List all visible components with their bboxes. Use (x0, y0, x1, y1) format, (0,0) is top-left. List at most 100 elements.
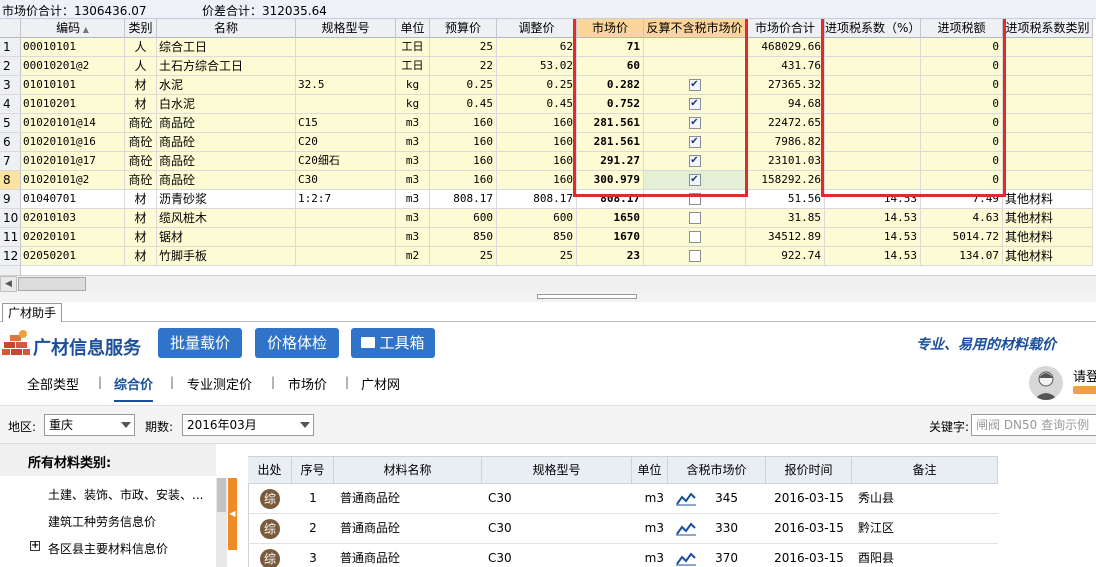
cell-code[interactable]: 02010103 (21, 209, 125, 228)
cell-taxrate[interactable]: 14.53 (825, 247, 921, 266)
cell-checked[interactable] (644, 190, 746, 209)
cell-taxamt[interactable]: 0 (921, 171, 1003, 190)
result-cell-date[interactable]: 2016-03-15 (766, 514, 852, 544)
cell-taxamt[interactable]: 0 (921, 76, 1003, 95)
cell-market[interactable]: 60 (577, 57, 644, 76)
cell-total[interactable]: 94.68 (746, 95, 825, 114)
result-cell-spec[interactable]: C30 (482, 514, 632, 544)
cell-taxcat[interactable] (1003, 171, 1093, 190)
row-number[interactable]: 3 (0, 76, 21, 95)
cell-checked[interactable]: ✔ (644, 171, 746, 190)
cell-taxrate[interactable]: 14.53 (825, 228, 921, 247)
cell-adjusted[interactable]: 62 (497, 38, 577, 57)
cell-unit[interactable]: kg (396, 76, 430, 95)
cell-name[interactable]: 综合工日 (157, 38, 296, 57)
cell-adjusted[interactable]: 0.25 (497, 76, 577, 95)
cell-type[interactable]: 商砼 (125, 171, 157, 190)
cell-market[interactable]: 23 (577, 247, 644, 266)
cell-taxrate[interactable]: 14.53 (825, 190, 921, 209)
cell-taxamt[interactable]: 4.63 (921, 209, 1003, 228)
column-header-spec[interactable]: 规格型号 (296, 19, 396, 38)
cell-code[interactable]: 01020101@16 (21, 133, 125, 152)
trend-chart-icon[interactable] (676, 491, 696, 506)
cell-market[interactable]: 1670 (577, 228, 644, 247)
nav-all-types[interactable]: 全部类型 (27, 374, 79, 393)
result-cell-spec[interactable]: C30 (482, 544, 632, 567)
cell-budget[interactable]: 600 (430, 209, 497, 228)
cell-taxcat[interactable] (1003, 76, 1093, 95)
row-number[interactable]: 1 (0, 38, 21, 57)
cell-budget[interactable]: 850 (430, 228, 497, 247)
cell-budget[interactable]: 808.17 (430, 190, 497, 209)
tab-material-helper[interactable]: 广材助手 (2, 303, 63, 323)
cell-code[interactable]: 02050201 (21, 247, 125, 266)
cell-type[interactable]: 商砼 (125, 114, 157, 133)
cell-spec[interactable] (296, 228, 396, 247)
result-header-date[interactable]: 报价时间 (766, 456, 852, 484)
result-cell-price[interactable]: 330 (668, 514, 766, 544)
cell-taxrate[interactable] (825, 38, 921, 57)
tax-exclusive-checkbox[interactable]: ✔ (688, 135, 701, 148)
cell-checked[interactable]: ✔ (644, 133, 746, 152)
cell-unit[interactable]: m3 (396, 152, 430, 171)
cell-name[interactable]: 商品砼 (157, 152, 296, 171)
cell-checked[interactable]: ✔ (644, 95, 746, 114)
cell-checked[interactable] (644, 247, 746, 266)
result-header-price[interactable]: 含税市场价 (668, 456, 766, 484)
cell-taxamt[interactable]: 5014.72 (921, 228, 1003, 247)
category-item-labor[interactable]: 建筑工种劳务信息价 (48, 513, 156, 530)
cell-taxamt[interactable]: 0 (921, 133, 1003, 152)
cell-market[interactable]: 300.979 (577, 171, 644, 190)
cell-spec[interactable] (296, 38, 396, 57)
splitter-grip[interactable] (537, 294, 637, 299)
cell-code[interactable]: 02020101 (21, 228, 125, 247)
cell-type[interactable]: 商砼 (125, 152, 157, 171)
category-scroll-thumb[interactable] (217, 478, 226, 512)
cell-code[interactable]: 01020101@17 (21, 152, 125, 171)
column-header-market[interactable]: 市场价 (577, 19, 644, 38)
cell-adjusted[interactable]: 160 (497, 171, 577, 190)
cell-type[interactable]: 人 (125, 38, 157, 57)
panel-collapse-handle[interactable]: ◀ (228, 478, 237, 550)
composite-source-badge[interactable]: 综 (260, 518, 280, 539)
cell-taxamt[interactable]: 134.07 (921, 247, 1003, 266)
composite-source-badge[interactable]: 综 (260, 548, 280, 567)
result-cell-date[interactable]: 2016-03-15 (766, 484, 852, 514)
cell-market[interactable]: 281.561 (577, 114, 644, 133)
expand-icon[interactable]: + (30, 541, 40, 551)
result-cell-note[interactable]: 酉阳县 (852, 544, 998, 567)
cell-spec[interactable] (296, 247, 396, 266)
cell-spec[interactable]: 1:2:7 (296, 190, 396, 209)
cell-market[interactable]: 71 (577, 38, 644, 57)
cell-checked[interactable] (644, 209, 746, 228)
tax-exclusive-checkbox[interactable] (688, 211, 701, 224)
column-header-type[interactable]: 类别 (125, 19, 157, 38)
cell-budget[interactable]: 25 (430, 38, 497, 57)
nav-composite-price[interactable]: 综合价 (114, 374, 154, 402)
nav-material-web[interactable]: 广材网 (361, 374, 400, 393)
cell-adjusted[interactable]: 808.17 (497, 190, 577, 209)
cell-market[interactable]: 0.752 (577, 95, 644, 114)
cell-type[interactable]: 商砼 (125, 133, 157, 152)
cell-taxamt[interactable]: 0 (921, 95, 1003, 114)
cell-taxrate[interactable] (825, 76, 921, 95)
cell-unit[interactable]: m3 (396, 171, 430, 190)
trend-chart-icon[interactable] (676, 551, 696, 566)
cell-market[interactable]: 808.17 (577, 190, 644, 209)
row-number[interactable]: 10 (0, 209, 21, 228)
cell-adjusted[interactable]: 25 (497, 247, 577, 266)
cell-type[interactable]: 材 (125, 209, 157, 228)
column-header-total[interactable]: 市场价合计 (746, 19, 825, 38)
cell-code[interactable]: 00010101 (21, 38, 125, 57)
cell-unit[interactable]: kg (396, 95, 430, 114)
cell-budget[interactable]: 160 (430, 133, 497, 152)
column-header-checked[interactable]: 反算不含税市场价 (644, 19, 746, 38)
column-header-budget[interactable]: 预算价 (430, 19, 497, 38)
tax-exclusive-checkbox[interactable] (688, 230, 701, 243)
cell-checked[interactable]: ✔ (644, 114, 746, 133)
cell-total[interactable]: 22472.65 (746, 114, 825, 133)
cell-code[interactable]: 01010201 (21, 95, 125, 114)
cell-adjusted[interactable]: 0.45 (497, 95, 577, 114)
cell-adjusted[interactable]: 160 (497, 152, 577, 171)
cell-market[interactable]: 0.282 (577, 76, 644, 95)
